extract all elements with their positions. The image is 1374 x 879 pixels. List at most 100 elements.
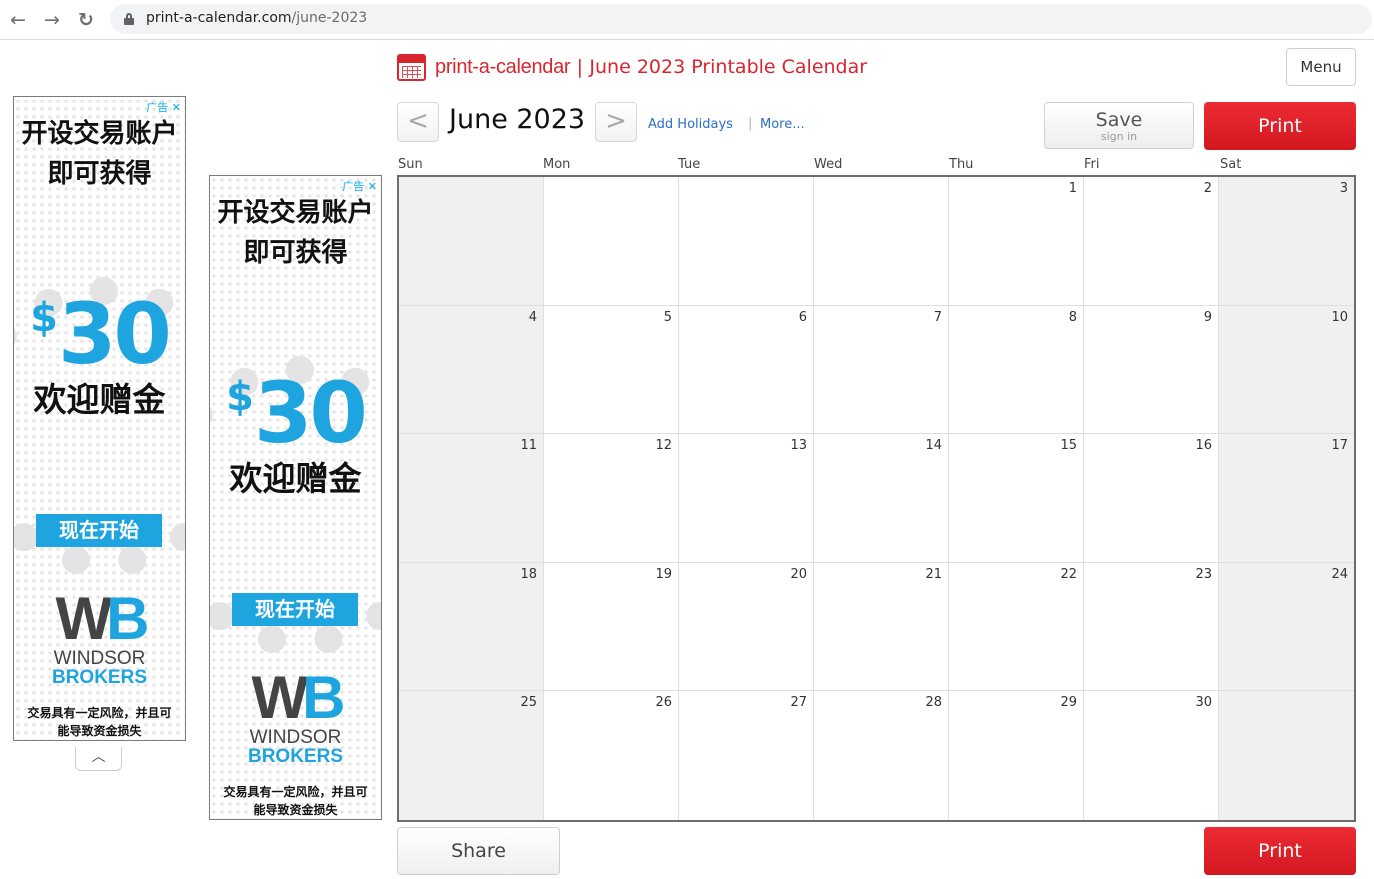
day-number: 9 [1203,309,1212,325]
calendar-day-cell[interactable] [814,177,949,306]
calendar-day-cell[interactable]: 3 [1219,177,1354,306]
lock-icon [124,13,134,25]
weekday-label: Sat [1220,157,1242,172]
weekday-label: Thu [949,157,974,172]
prev-month-button[interactable]: < [397,102,439,142]
day-number: 4 [528,309,537,325]
add-holidays-link[interactable]: Add Holidays [648,117,733,132]
day-number: 17 [1331,438,1348,454]
calendar-day-cell[interactable]: 30 [1084,691,1219,820]
share-button[interactable]: Share [397,827,560,875]
day-number: 24 [1331,566,1348,582]
ad-amount: $30 [226,364,368,462]
reload-icon[interactable]: ↻ [74,8,98,32]
day-number: 21 [925,566,942,582]
calendar-day-cell[interactable]: 7 [814,305,949,435]
calendar-day-cell[interactable]: 23 [1084,562,1219,692]
calendar-day-cell[interactable]: 13 [679,434,814,563]
day-number: 23 [1195,566,1212,582]
url-text[interactable]: print-a-calendar.com/june-2023 [146,10,367,26]
calendar-day-cell[interactable]: 21 [814,562,949,692]
ad-collapse-chevron-icon[interactable]: ︿ [75,747,122,771]
calendar-day-cell[interactable]: 5 [544,305,679,435]
calendar-day-cell[interactable]: 8 [949,305,1084,435]
calendar-day-cell[interactable]: 14 [814,434,949,563]
calendar-day-cell[interactable]: 11 [399,434,544,563]
calendar-day-cell[interactable]: 22 [949,562,1084,692]
calendar-day-cell[interactable] [1219,691,1354,820]
ad-welcome-text: 欢迎赠金 [33,380,166,419]
day-number: 1 [1068,181,1077,196]
day-number: 7 [933,309,942,325]
calendar-day-cell[interactable]: 16 [1084,434,1219,563]
calendar-day-cell[interactable]: 25 [399,691,544,820]
address-bar[interactable]: print-a-calendar.com/june-2023 [110,4,1372,34]
day-number: 10 [1331,309,1348,325]
calendar-day-cell[interactable]: 27 [679,691,814,820]
calendar-day-cell[interactable]: 12 [544,434,679,563]
ad-title-line1: 开设交易账户 [21,119,178,149]
ad-amount: $30 [30,285,172,383]
next-month-button[interactable]: > [595,102,637,142]
ad-start-button[interactable]: 现在开始 [232,593,358,626]
day-number: 22 [1060,566,1077,582]
day-number: 14 [925,438,942,454]
ad-risk-disclaimer: 交易具有一定风险，并且可 能导致资金损失 [223,785,368,817]
calendar-day-cell[interactable]: 24 [1219,562,1354,692]
forward-arrow-icon[interactable]: → [40,8,64,32]
calendar-day-cell[interactable]: 1 [949,177,1084,306]
ad-welcome-text: 欢迎赠金 [229,459,362,498]
calendar-day-cell[interactable]: 29 [949,691,1084,820]
calendar-day-cell[interactable]: 15 [949,434,1084,563]
day-number: 2 [1203,181,1212,196]
back-arrow-icon[interactable]: ← [6,8,30,32]
weekday-label: Tue [678,157,701,172]
ad-risk-disclaimer: 交易具有一定风险，并且可 能导致资金损失 [27,706,172,738]
print-button-bottom[interactable]: Print [1204,827,1356,875]
ad-close-icon[interactable]: 广告 ✕ [146,99,181,115]
day-number: 11 [520,438,537,454]
ad-title-line2: 即可获得 [47,159,152,189]
calendar-day-cell[interactable]: 18 [399,562,544,692]
ad-banner-right[interactable]: 广告 ✕ 开设交易账户 即可获得 $30 欢迎赠金 现在开始 WB WINDSO… [209,175,382,820]
calendar-day-cell[interactable]: 4 [399,305,544,435]
windsor-brokers-logo: WB WINDSOR BROKERS [51,585,150,688]
menu-button[interactable]: Menu [1286,48,1356,86]
day-number: 6 [798,309,807,325]
calendar-day-cell[interactable]: 19 [544,562,679,692]
more-link[interactable]: More... [760,117,805,132]
calendar-day-cell[interactable] [399,177,544,306]
site-name-link[interactable]: print-a-calendar [435,56,571,78]
calendar-day-cell[interactable] [679,177,814,306]
day-number: 19 [655,566,672,582]
day-number: 27 [790,695,807,711]
print-button-top[interactable]: Print [1204,102,1356,150]
day-number: 26 [655,695,672,711]
calendar-day-cell[interactable]: 26 [544,691,679,820]
ad-start-button[interactable]: 现在开始 [36,514,162,547]
calendar-day-cell[interactable]: 9 [1084,305,1219,435]
calendar-day-cell[interactable]: 2 [1084,177,1219,306]
calendar-day-cell[interactable]: 20 [679,562,814,692]
day-number: 13 [790,438,807,454]
day-number: 15 [1060,438,1077,454]
calendar-day-cell[interactable]: 6 [679,305,814,435]
day-number: 3 [1339,181,1348,196]
day-number: 18 [520,566,537,582]
calendar-day-cell[interactable]: 28 [814,691,949,820]
day-number: 25 [520,695,537,711]
weekday-label: Sun [398,157,423,172]
day-number: 16 [1195,438,1212,454]
save-button[interactable]: Save sign in [1044,102,1194,149]
calendar-logo-icon[interactable] [397,54,426,81]
calendar-grid: 1 2 3 4 5 6 7 8 9 10 11 12 13 14 15 16 1… [397,175,1356,822]
calendar-day-cell[interactable]: 17 [1219,434,1354,563]
ad-close-icon[interactable]: 广告 ✕ [342,178,377,194]
weekday-header-row: Sun Mon Tue Wed Thu Fri Sat [397,157,1356,175]
weekday-label: Wed [814,157,843,172]
ad-banner-left[interactable]: 广告 ✕ 开设交易账户 即可获得 $30 欢迎赠金 现在开始 WB WINDSO… [13,96,186,741]
calendar-day-cell[interactable] [544,177,679,306]
windsor-brokers-logo: WB WINDSOR BROKERS [247,664,346,767]
day-number: 29 [1060,695,1077,711]
calendar-day-cell[interactable]: 10 [1219,305,1354,435]
